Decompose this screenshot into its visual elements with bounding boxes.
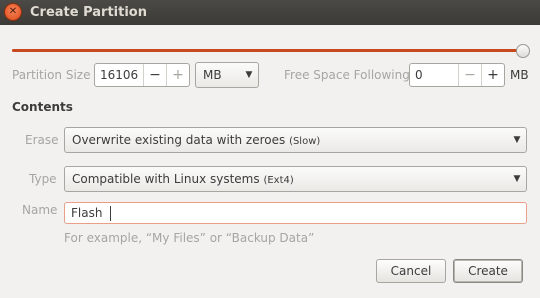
partition-size-spinner[interactable]: 16106 − + <box>94 63 190 87</box>
free-space-label: Free Space Following <box>284 68 410 82</box>
name-input-value: Flash <box>71 206 103 220</box>
erase-value: Overwrite existing data with zeroes (Slo… <box>72 133 321 147</box>
increase-size-button[interactable]: + <box>166 64 189 86</box>
partition-size-value[interactable]: 16106 <box>95 68 143 82</box>
type-combo[interactable]: Compatible with Linux systems (Ext4) ▼ <box>64 166 527 192</box>
free-space-value[interactable]: 0 <box>410 68 458 82</box>
type-label: Type <box>29 172 57 186</box>
name-label: Name <box>22 203 58 217</box>
cancel-button[interactable]: Cancel <box>376 259 446 283</box>
size-unit-combo[interactable]: MB ▼ <box>195 62 259 88</box>
free-space-spinner[interactable]: 0 − + <box>409 63 505 87</box>
contents-heading: Contents <box>12 100 73 114</box>
erase-combo[interactable]: Overwrite existing data with zeroes (Slo… <box>64 127 527 153</box>
chevron-down-icon: ▼ <box>245 70 253 80</box>
free-space-unit: MB <box>510 68 529 82</box>
window-title: Create Partition <box>30 5 147 20</box>
slider-handle[interactable] <box>516 44 530 58</box>
create-button[interactable]: Create <box>453 259 523 283</box>
decrease-free-space-button[interactable]: − <box>458 64 481 86</box>
erase-label: Erase <box>25 133 59 147</box>
name-input[interactable]: Flash <box>64 202 527 224</box>
name-example-hint: For example, “My Files” or “Backup Data” <box>64 231 315 245</box>
chevron-down-icon: ▼ <box>513 174 521 184</box>
partition-size-label: Partition Size <box>12 68 91 82</box>
close-icon[interactable]: ✕ <box>5 4 21 20</box>
slider-fill <box>12 49 522 52</box>
type-value: Compatible with Linux systems (Ext4) <box>72 172 294 186</box>
increase-free-space-button[interactable]: + <box>481 64 504 86</box>
decrease-size-button[interactable]: − <box>143 64 166 86</box>
text-caret <box>110 206 111 221</box>
partition-size-slider[interactable] <box>12 49 522 52</box>
chevron-down-icon: ▼ <box>513 135 521 145</box>
title-bar: ✕ Create Partition <box>0 0 540 25</box>
size-unit-value: MB <box>203 68 222 82</box>
